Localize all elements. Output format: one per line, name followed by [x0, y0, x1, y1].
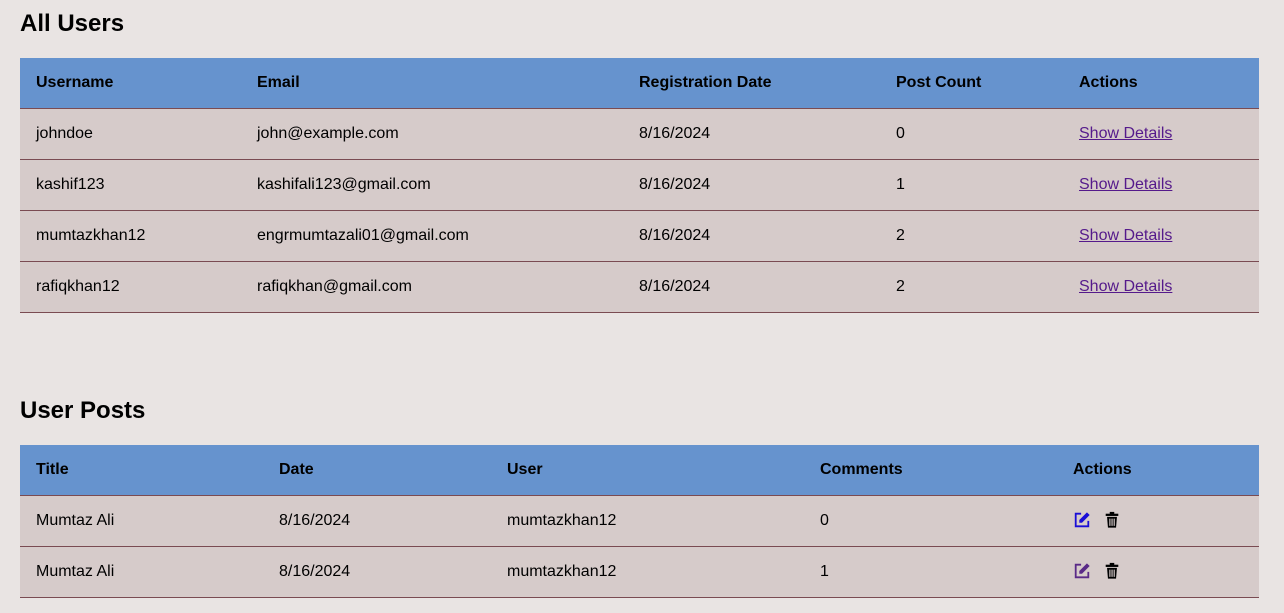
column-header-user: User [491, 445, 804, 496]
table-row: johndoe john@example.com 8/16/2024 0 Sho… [20, 108, 1259, 160]
column-header-date: Date [263, 445, 491, 496]
column-header-comments: Comments [804, 445, 1057, 496]
column-header-username: Username [20, 58, 241, 109]
cell-user: mumtazkhan12 [491, 495, 804, 547]
column-header-post-count: Post Count [880, 58, 1063, 109]
users-table-header: Username Email Registration Date Post Co… [20, 58, 1259, 109]
cell-post-count: 2 [880, 210, 1063, 262]
cell-username: johndoe [20, 108, 241, 160]
table-row: rafiqkhan12 rafiqkhan@gmail.com 8/16/202… [20, 261, 1259, 313]
table-row: kashif123 kashifali123@gmail.com 8/16/20… [20, 159, 1259, 211]
edit-icon[interactable] [1073, 562, 1091, 580]
users-table: Username Email Registration Date Post Co… [20, 58, 1259, 313]
show-details-link[interactable]: Show Details [1079, 125, 1172, 142]
cell-registration-date: 8/16/2024 [623, 210, 880, 262]
cell-title: Mumtaz Ali [20, 495, 263, 547]
trash-icon[interactable] [1103, 511, 1121, 529]
cell-email: rafiqkhan@gmail.com [241, 261, 623, 313]
column-header-title: Title [20, 445, 263, 496]
cell-actions: Show Details [1063, 210, 1259, 262]
cell-comments: 0 [804, 495, 1057, 547]
cell-username: kashif123 [20, 159, 241, 211]
table-row: Mumtaz Ali 8/16/2024 mumtazkhan12 0 [20, 495, 1259, 547]
column-header-registration-date: Registration Date [623, 58, 880, 109]
cell-date: 8/16/2024 [263, 495, 491, 547]
cell-actions: Show Details [1063, 261, 1259, 313]
cell-registration-date: 8/16/2024 [623, 159, 880, 211]
cell-post-count: 2 [880, 261, 1063, 313]
show-details-link[interactable]: Show Details [1079, 278, 1172, 295]
show-details-link[interactable]: Show Details [1079, 176, 1172, 193]
cell-username: mumtazkhan12 [20, 210, 241, 262]
show-details-link[interactable]: Show Details [1079, 227, 1172, 244]
column-header-actions: Actions [1057, 445, 1259, 496]
cell-username: rafiqkhan12 [20, 261, 241, 313]
cell-post-count: 0 [880, 108, 1063, 160]
cell-actions [1057, 546, 1259, 598]
table-row: mumtazkhan12 engrmumtazali01@gmail.com 8… [20, 210, 1259, 262]
posts-table-header: Title Date User Comments Actions [20, 445, 1259, 496]
cell-actions [1057, 495, 1259, 547]
users-title: All Users [20, 10, 125, 37]
posts-title: User Posts [20, 397, 146, 424]
cell-date: 8/16/2024 [263, 546, 491, 598]
cell-actions: Show Details [1063, 108, 1259, 160]
table-row: Mumtaz Ali 8/16/2024 mumtazkhan12 1 [20, 546, 1259, 598]
cell-comments: 1 [804, 546, 1057, 598]
trash-icon[interactable] [1103, 562, 1121, 580]
edit-icon[interactable] [1073, 511, 1091, 529]
posts-table: Title Date User Comments Actions Mumtaz … [20, 445, 1259, 598]
users-section: All Users Username Email Registration Da… [20, 0, 1259, 313]
cell-registration-date: 8/16/2024 [623, 261, 880, 313]
cell-user: mumtazkhan12 [491, 546, 804, 598]
cell-title: Mumtaz Ali [20, 546, 263, 598]
cell-email: engrmumtazali01@gmail.com [241, 210, 623, 262]
cell-post-count: 1 [880, 159, 1063, 211]
cell-email: john@example.com [241, 108, 623, 160]
cell-email: kashifali123@gmail.com [241, 159, 623, 211]
cell-registration-date: 8/16/2024 [623, 108, 880, 160]
cell-actions: Show Details [1063, 159, 1259, 211]
column-header-email: Email [241, 58, 623, 109]
posts-section: User Posts Title Date User Comments Acti… [20, 387, 1259, 598]
column-header-actions: Actions [1063, 58, 1259, 109]
